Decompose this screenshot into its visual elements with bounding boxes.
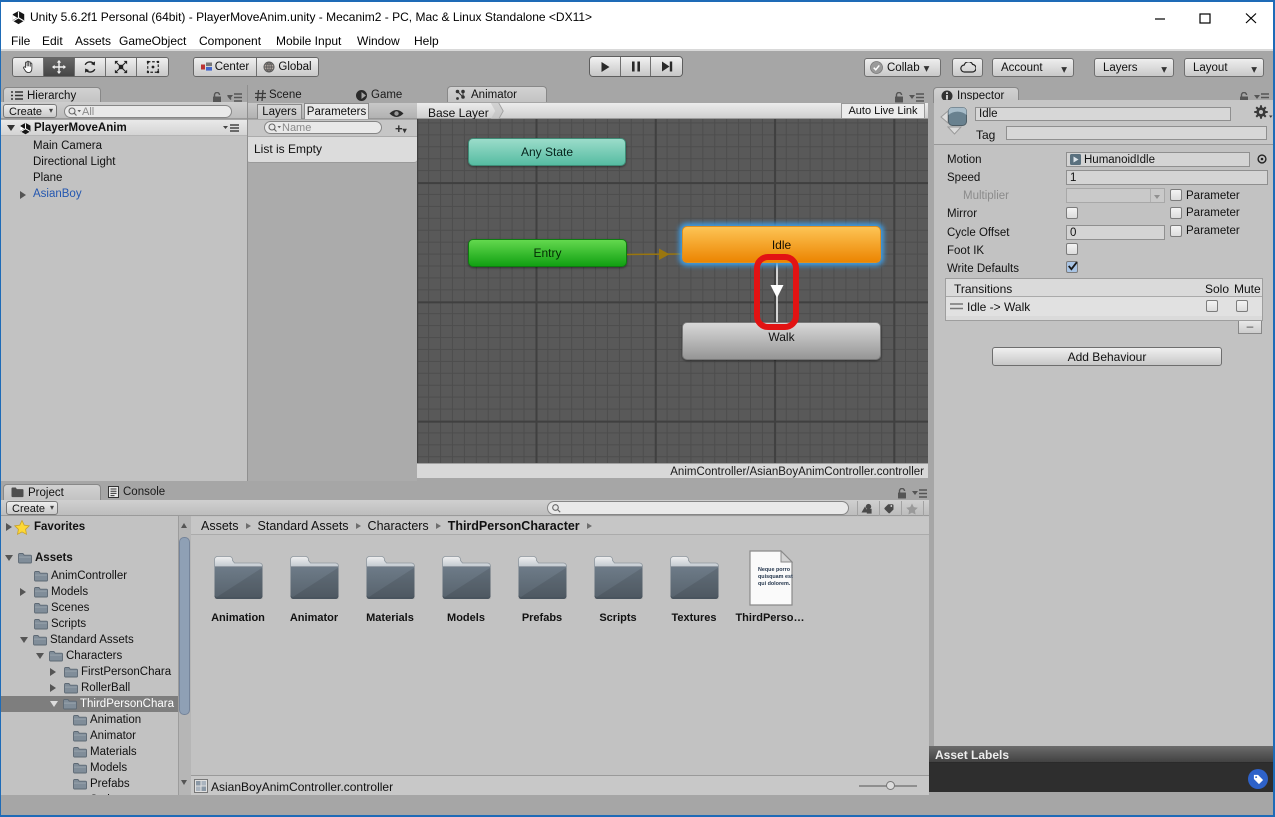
svg-text:Neque porro: Neque porro bbox=[758, 567, 791, 573]
svg-text:quisquam est: quisquam est bbox=[758, 574, 793, 580]
svg-text:qui dolorem.: qui dolorem. bbox=[758, 581, 791, 587]
